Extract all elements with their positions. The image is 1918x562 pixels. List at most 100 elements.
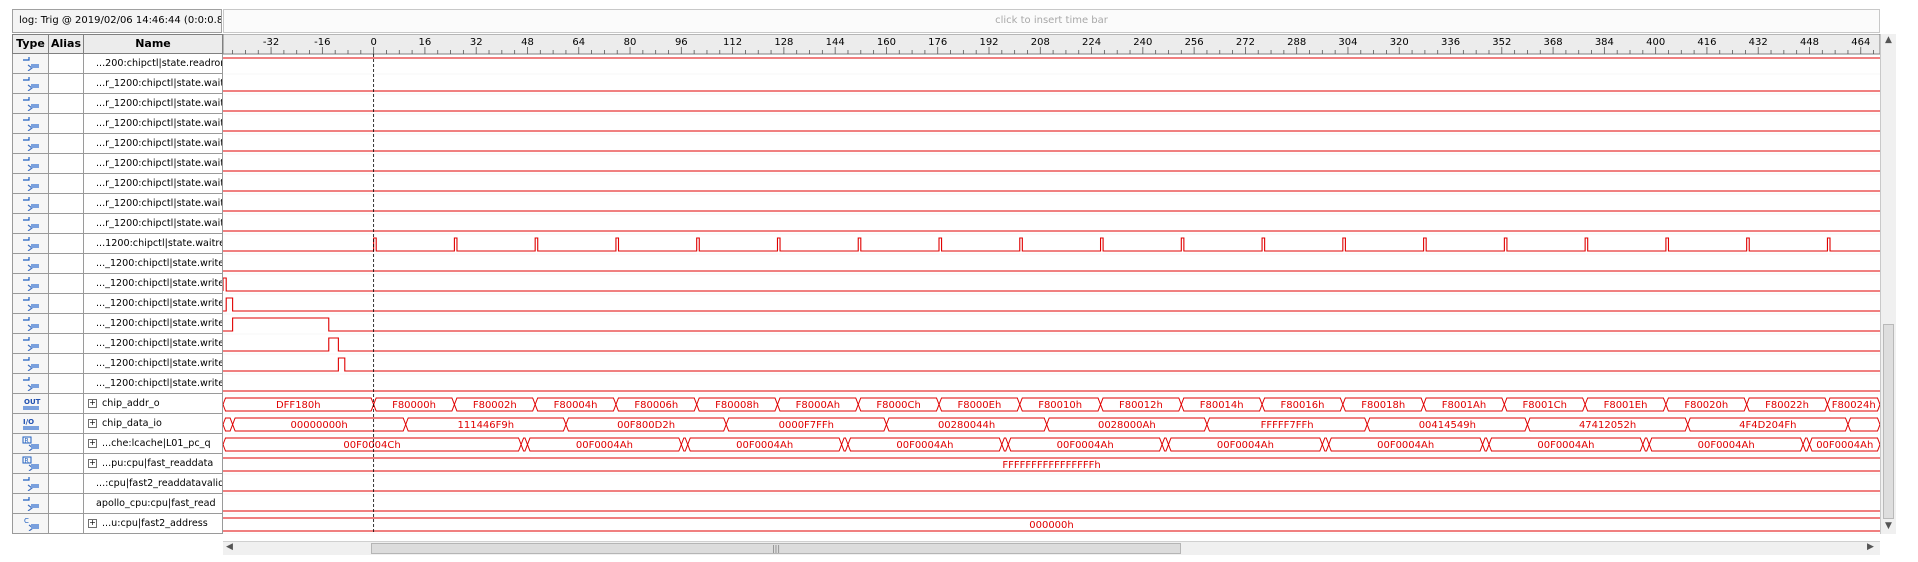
signal-row[interactable]: R + ...pu:cpu|fast_readdata <box>12 454 223 474</box>
signal-name-cell[interactable]: ...r_1200:chipctl|state.wait2 <box>84 114 223 134</box>
signal-alias-cell[interactable] <box>49 194 84 214</box>
horizontal-scroll-thumb[interactable]: ||| <box>371 543 1181 554</box>
signal-row[interactable]: C + ...u:cpu|fast2_address <box>12 514 223 534</box>
signal-row[interactable]: ...200:chipctl|state.readrom <box>12 54 223 74</box>
signal-name-cell[interactable]: ...:cpu|fast2_readdatavalid <box>84 474 223 494</box>
signal-alias-cell[interactable] <box>49 154 84 174</box>
signal-row[interactable]: ..._1200:chipctl|state.write5 <box>12 354 223 374</box>
scroll-right-icon[interactable]: ▶ <box>1867 542 1874 552</box>
signal-name-cell[interactable]: ...1200:chipctl|state.waitreq <box>84 234 223 254</box>
signal-row[interactable]: R + ...che:lcache|L01_pc_q <box>12 434 223 454</box>
signal-name-cell[interactable]: ...r_1200:chipctl|state.wait7 <box>84 214 223 234</box>
signal-name-cell[interactable]: apollo_cpu:cpu|fast_read <box>84 494 223 514</box>
signal-name-cell[interactable]: ..._1200:chipctl|state.write4 <box>84 334 223 354</box>
horizontal-scrollbar[interactable]: ◀ ||| ▶ <box>223 541 1880 555</box>
signal-alias-cell[interactable] <box>49 474 84 494</box>
signal-alias-cell[interactable] <box>49 334 84 354</box>
signal-row[interactable]: ..._1200:chipctl|state.write2 <box>12 294 223 314</box>
expand-icon[interactable]: + <box>88 518 97 528</box>
signal-alias-cell[interactable] <box>49 114 84 134</box>
vertical-scrollbar[interactable]: ▲ ▼ <box>1880 34 1896 534</box>
expand-icon[interactable]: + <box>88 458 97 468</box>
signal-name-cell[interactable]: ..._1200:chipctl|state.write3 <box>84 314 223 334</box>
signal-row[interactable]: ..._1200:chipctl|state.write4 <box>12 334 223 354</box>
signal-alias-cell[interactable] <box>49 394 84 414</box>
signal-name-cell[interactable]: ..._1200:chipctl|state.write2 <box>84 294 223 314</box>
signal-alias-cell[interactable] <box>49 274 84 294</box>
column-header-alias[interactable]: Alias <box>49 34 84 54</box>
signal-name-cell[interactable]: ...r_1200:chipctl|state.wait0 <box>84 74 223 94</box>
signal-row[interactable]: OUT + chip_addr_o <box>12 394 223 414</box>
column-header-type[interactable]: Type <box>12 34 49 54</box>
signal-alias-cell[interactable] <box>49 234 84 254</box>
signal-type-cell: C <box>12 514 49 534</box>
signal-alias-cell[interactable] <box>49 294 84 314</box>
signal-alias-cell[interactable] <box>49 94 84 114</box>
signal-row[interactable]: ..._1200:chipctl|state.write1 <box>12 274 223 294</box>
scroll-left-icon[interactable]: ◀ <box>226 542 233 552</box>
signal-alias-cell[interactable] <box>49 174 84 194</box>
signal-name-cell[interactable]: ..._1200:chipctl|state.write1 <box>84 274 223 294</box>
time-bar-insert-area[interactable]: click to insert time bar <box>223 9 1880 33</box>
vertical-scroll-thumb[interactable] <box>1883 324 1894 519</box>
signal-alias-cell[interactable] <box>49 254 84 274</box>
expand-icon[interactable]: + <box>88 438 97 448</box>
signal-type-cell <box>12 254 49 274</box>
expand-icon[interactable]: + <box>88 398 97 408</box>
signal-name-cell[interactable]: ..._1200:chipctl|state.write6 <box>84 374 223 394</box>
signal-row[interactable]: ...r_1200:chipctl|state.wait3 <box>12 134 223 154</box>
bus-segment <box>222 417 234 432</box>
signal-name-cell[interactable]: + ...pu:cpu|fast_readdata <box>84 454 223 474</box>
signal-alias-cell[interactable] <box>49 74 84 94</box>
signal-alias-cell[interactable] <box>49 414 84 434</box>
signal-name-cell[interactable]: ...r_1200:chipctl|state.wait1 <box>84 94 223 114</box>
signal-alias-cell[interactable] <box>49 454 84 474</box>
signal-name-cell[interactable]: ..._1200:chipctl|state.write0 <box>84 254 223 274</box>
signal-name-cell[interactable]: + ...u:cpu|fast2_address <box>84 514 223 534</box>
signal-row[interactable]: ...r_1200:chipctl|state.wait5 <box>12 174 223 194</box>
signal-name-cell[interactable]: + ...che:lcache|L01_pc_q <box>84 434 223 454</box>
signal-name-cell[interactable]: ...200:chipctl|state.readrom <box>84 54 223 74</box>
bus-value-label: F80022h <box>1765 400 1809 411</box>
signal-alias-cell[interactable] <box>49 134 84 154</box>
waveform-area[interactable]: -32 -16 0 16 32 48 64 80 96 112 128 144 160 176 192 208… <box>222 33 1881 535</box>
signal-row[interactable]: I/O + chip_data_io <box>12 414 223 434</box>
signal-alias-cell[interactable] <box>49 374 84 394</box>
signal-type-cell <box>12 494 49 514</box>
signal-alias-cell[interactable] <box>49 354 84 374</box>
expand-icon[interactable]: + <box>88 418 97 428</box>
signaltap-waveform-viewer: log: Trig @ 2019/02/06 14:46:44 (0:0:0.8… <box>0 0 1918 562</box>
signal-name-cell[interactable]: ...r_1200:chipctl|state.wait4 <box>84 154 223 174</box>
signal-name-cell[interactable]: ..._1200:chipctl|state.write5 <box>84 354 223 374</box>
signal-alias-cell[interactable] <box>49 314 84 334</box>
signal-name-cell[interactable]: + chip_addr_o <box>84 394 223 414</box>
signal-row[interactable]: ...1200:chipctl|state.waitreq <box>12 234 223 254</box>
signal-alias-cell[interactable] <box>49 54 84 74</box>
signal-row[interactable]: ...r_1200:chipctl|state.wait4 <box>12 154 223 174</box>
signal-row[interactable]: ...r_1200:chipctl|state.wait7 <box>12 214 223 234</box>
scroll-down-icon[interactable]: ▼ <box>1885 521 1892 531</box>
ruler-tick-label: 64 <box>572 37 585 48</box>
signal-name-cell[interactable]: ...r_1200:chipctl|state.wait6 <box>84 194 223 214</box>
signal-row[interactable]: ...r_1200:chipctl|state.wait0 <box>12 74 223 94</box>
scroll-up-icon[interactable]: ▲ <box>1885 35 1892 45</box>
signal-name-cell[interactable]: ...r_1200:chipctl|state.wait3 <box>84 134 223 154</box>
signal-name-cell[interactable]: + chip_data_io <box>84 414 223 434</box>
waveform-canvas[interactable]: -32 -16 0 16 32 48 64 80 96 112 128 144 160 176 192 208… <box>222 33 1881 535</box>
signal-row[interactable]: ..._1200:chipctl|state.write3 <box>12 314 223 334</box>
bus-value-label: F80010h <box>1038 400 1082 411</box>
signal-row[interactable]: ...:cpu|fast2_readdatavalid <box>12 474 223 494</box>
signal-row[interactable]: ..._1200:chipctl|state.write6 <box>12 374 223 394</box>
signal-row[interactable]: apollo_cpu:cpu|fast_read <box>12 494 223 514</box>
column-header-name[interactable]: Name <box>84 34 223 54</box>
signal-alias-cell[interactable] <box>49 214 84 234</box>
signal-row[interactable]: ...r_1200:chipctl|state.wait1 <box>12 94 223 114</box>
signal-name-cell[interactable]: ...r_1200:chipctl|state.wait5 <box>84 174 223 194</box>
signal-alias-cell[interactable] <box>49 434 84 454</box>
signal-alias-cell[interactable] <box>49 494 84 514</box>
signal-row[interactable]: ...r_1200:chipctl|state.wait2 <box>12 114 223 134</box>
log-selector[interactable]: log: Trig @ 2019/02/06 14:46:44 (0:0:0.8… <box>12 9 222 33</box>
signal-row[interactable]: ...r_1200:chipctl|state.wait6 <box>12 194 223 214</box>
signal-alias-cell[interactable] <box>49 514 84 534</box>
signal-row[interactable]: ..._1200:chipctl|state.write0 <box>12 254 223 274</box>
